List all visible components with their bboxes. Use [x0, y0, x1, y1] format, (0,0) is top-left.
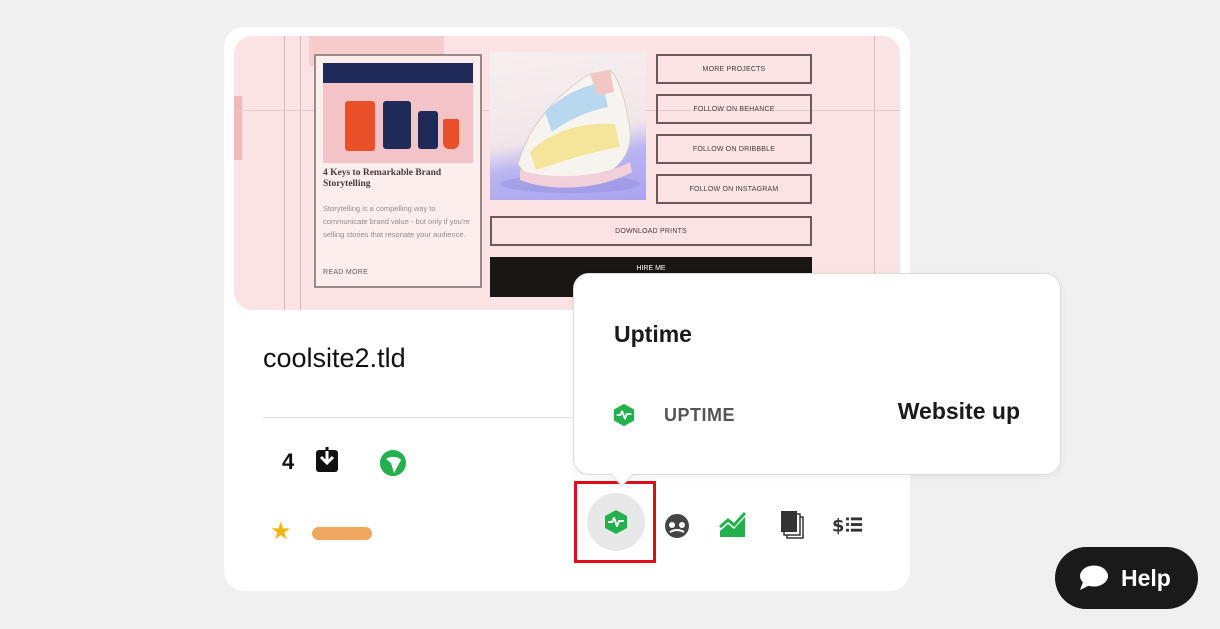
preview-blog-body: Storytelling is a compelling way to comm… [323, 204, 470, 239]
site-tag[interactable] [312, 527, 372, 540]
help-button[interactable]: Help [1055, 547, 1198, 609]
divider [263, 417, 613, 418]
star-icon[interactable]: ★ [270, 517, 292, 546]
preview-grid-line [300, 36, 301, 310]
updates-download-icon[interactable] [315, 447, 339, 473]
preview-blog-card: 4 Keys to Remarkable Brand Storytelling … [314, 54, 482, 288]
security-bug-icon[interactable] [661, 509, 693, 541]
preview-blog-image [323, 63, 473, 163]
preview-sneaker-image [490, 52, 646, 200]
help-label: Help [1121, 564, 1171, 591]
uptime-popover: Uptime UPTIME Website up [573, 273, 1061, 487]
uptime-status: Website up [897, 398, 1020, 424]
uptime-icon [612, 403, 636, 427]
analytics-chart-icon[interactable] [717, 509, 749, 541]
uptime-highlight [574, 481, 656, 563]
popover-label: UPTIME [664, 405, 736, 425]
wordpress-icon[interactable] [380, 450, 406, 476]
uptime-button[interactable] [587, 493, 645, 551]
svg-text:$: $ [832, 516, 844, 537]
preview-download-prints-button: DOWNLOAD PRINTS [490, 216, 812, 246]
preview-follow-dribbble-button: FOLLOW ON DRIBBBLE [656, 134, 812, 164]
site-preview-thumbnail[interactable]: 4 Keys to Remarkable Brand Storytelling … [234, 36, 900, 310]
preview-read-more: READ MORE [323, 269, 369, 276]
preview-grid-line [284, 36, 285, 310]
site-name[interactable]: coolsite2.tld [263, 343, 406, 374]
billing-icon[interactable]: $ [832, 509, 864, 541]
preview-more-projects-button: MORE PROJECTS [656, 54, 812, 84]
popover-title: Uptime [614, 321, 692, 347]
preview-grid-line [874, 36, 875, 310]
preview-blog-title: 4 Keys to Remarkable Brand Storytelling [323, 168, 442, 189]
updates-count: 4 [282, 449, 295, 474]
chat-bubble-icon [1080, 565, 1108, 590]
preview-follow-instagram-button: FOLLOW ON INSTAGRAM [656, 174, 812, 204]
uptime-icon [605, 510, 627, 534]
preview-follow-behance-button: FOLLOW ON BEHANCE [656, 94, 812, 124]
backups-icon[interactable] [776, 509, 808, 541]
preview-decoration [234, 96, 242, 160]
